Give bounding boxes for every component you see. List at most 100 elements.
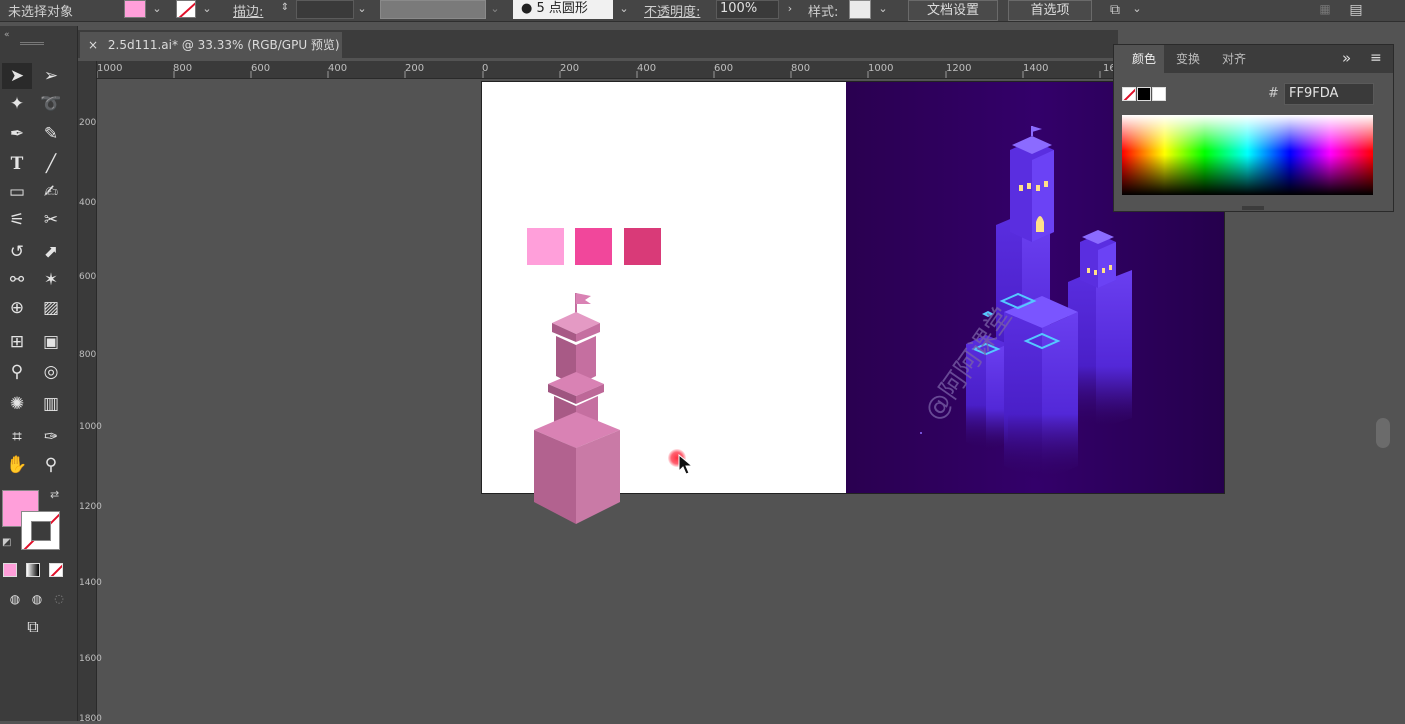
gradient-mode-icon[interactable]	[26, 563, 40, 577]
style-label: 样式:	[808, 5, 839, 20]
profile-chevron-icon[interactable]: ⌄	[488, 2, 502, 18]
stroke-weight-chevron-icon[interactable]: ⌄	[355, 2, 369, 18]
opacity-label: 不透明度:	[644, 5, 701, 20]
gradient-tool-icon[interactable]: ▣	[36, 329, 66, 355]
align-icon[interactable]: ▦	[1318, 2, 1332, 18]
tools-panel: « ➤ ➢ ✦ ➰ ✒ ✎ T ╱ ▭ ✍ ⚟ ✂ ↺ ⬈ ⚯ ✶ ⊕ ▨ ⊞ …	[0, 26, 78, 721]
tab-align[interactable]: 对齐	[1212, 45, 1256, 73]
swap-fill-stroke-icon[interactable]: ⇄	[50, 488, 59, 501]
magic-wand-tool-icon[interactable]: ✦	[2, 91, 32, 117]
none-color-icon[interactable]	[1122, 87, 1136, 101]
collapse-toolbar-icon[interactable]: «	[4, 30, 10, 40]
graphic-style-swatch[interactable]	[849, 0, 871, 19]
pen-tool-icon[interactable]: ✒	[2, 121, 32, 147]
eyedropper-tool-icon[interactable]: ⚲	[2, 359, 32, 385]
control-bar: 未选择对象 ⌄ ⌄ 描边: ⇕ ⌄ ⌄ ● 5 点圆形 ⌄ 不透明度: 100%…	[0, 0, 1405, 22]
rectangle-tool-icon[interactable]: ▭	[2, 179, 32, 205]
mouse-cursor-icon	[678, 454, 694, 475]
color-mode-icon[interactable]	[3, 563, 17, 577]
stroke-color-box[interactable]	[21, 511, 60, 550]
toolbar-grip[interactable]	[20, 42, 44, 45]
fill-swatch[interactable]	[124, 0, 146, 18]
ruler-label: 600	[79, 272, 97, 282]
horizontal-ruler[interactable]: 1000 800 600 400 200 0 200 400 600 800 1…	[97, 61, 1122, 79]
slice-tool-icon[interactable]: ✑	[36, 424, 66, 450]
ruler-label: 400	[79, 198, 97, 208]
hex-color-input[interactable]: FF9FDA	[1284, 83, 1374, 105]
fill-dropdown-chevron-icon[interactable]: ⌄	[150, 2, 164, 18]
type-tool-icon[interactable]: T	[2, 151, 32, 177]
paintbrush-tool-icon[interactable]: ⚟	[2, 207, 32, 233]
ruler-label: 200	[79, 118, 97, 128]
draw-inside-icon[interactable]: ◌	[44, 586, 74, 612]
stroke-weight-field[interactable]	[296, 0, 354, 19]
zoom-tool-icon[interactable]: ⚲	[36, 452, 66, 478]
none-mode-icon[interactable]	[49, 563, 63, 577]
vertical-scrollbar-thumb[interactable]	[1376, 418, 1390, 448]
tab-color[interactable]: 颜色	[1114, 45, 1164, 73]
selection-tool-icon[interactable]: ➤	[2, 63, 32, 89]
panel-menu-icon[interactable]: ≡	[1370, 50, 1382, 66]
rotate-tool-icon[interactable]: ↺	[2, 239, 32, 265]
artboard-tool-icon[interactable]: ⌗	[2, 424, 32, 450]
stroke-dropdown-chevron-icon[interactable]: ⌄	[200, 2, 214, 18]
swatch-light-pink[interactable]	[527, 228, 564, 265]
white-color-swatch[interactable]	[1152, 87, 1166, 101]
arrange-chevron-icon[interactable]: ⌄	[1130, 2, 1144, 18]
default-fill-stroke-icon[interactable]: ◩	[2, 537, 11, 548]
variable-width-profile[interactable]	[380, 0, 486, 19]
swatch-pink[interactable]	[575, 228, 612, 265]
black-color-swatch[interactable]	[1137, 87, 1151, 101]
shape-builder-tool-icon[interactable]: ⊕	[2, 295, 32, 321]
selection-status: 未选择对象	[8, 5, 74, 20]
direct-selection-tool-icon[interactable]: ➢	[36, 63, 66, 89]
document-tab-bar: × 2.5d111.ai* @ 33.33% (RGB/GPU 预览)	[78, 30, 1118, 58]
panel-collapse-icon[interactable]: »	[1342, 49, 1351, 67]
arrange-documents-icon[interactable]: ⧉	[1106, 2, 1124, 18]
line-segment-tool-icon[interactable]: ╱	[36, 151, 66, 177]
width-tool-icon[interactable]: ⚯	[2, 267, 32, 293]
stroke-swatch[interactable]	[176, 0, 196, 18]
document-setup-button[interactable]: 文档设置	[908, 0, 998, 21]
panel-menu-icon[interactable]: ▤	[1346, 2, 1366, 18]
ruler-label: 1800	[79, 714, 102, 724]
color-panel: ⇕ 颜色 变换 对齐 » ≡ # FF9FDA	[1113, 44, 1394, 212]
blend-tool-icon[interactable]: ◎	[36, 359, 66, 385]
document-tab[interactable]: × 2.5d111.ai* @ 33.33% (RGB/GPU 预览)	[80, 32, 342, 58]
ruler-label: 1400	[79, 578, 102, 588]
color-panel-tabs: ⇕ 颜色 变换 对齐 » ≡	[1114, 45, 1393, 73]
opacity-value: 100%	[720, 1, 758, 16]
change-screen-mode-icon[interactable]: ⧉	[18, 614, 48, 640]
brush-value: 5 点圆形	[536, 1, 588, 16]
curvature-tool-icon[interactable]: ✎	[36, 121, 66, 147]
hand-tool-icon[interactable]: ✋	[2, 452, 32, 478]
opacity-arrow-icon[interactable]: ›	[783, 2, 797, 18]
column-graph-tool-icon[interactable]: ▥	[36, 391, 66, 417]
scissors-tool-icon[interactable]: ✂	[36, 207, 66, 233]
hex-symbol: #	[1268, 86, 1279, 101]
puppet-warp-tool-icon[interactable]: ✶	[36, 267, 66, 293]
brush-chevron-icon[interactable]: ⌄	[617, 2, 631, 18]
swatch-dark-pink[interactable]	[624, 228, 661, 265]
vertical-scrollbar[interactable]	[1374, 212, 1394, 721]
vertical-ruler[interactable]: 200 400 600 800 1000 1200 1400 1600 1800	[78, 61, 102, 724]
panel-resize-grip[interactable]	[1242, 206, 1264, 210]
symbol-sprayer-tool-icon[interactable]: ✺	[2, 391, 32, 417]
perspective-grid-tool-icon[interactable]: ▨	[36, 295, 66, 321]
shaper-tool-icon[interactable]: ✍	[36, 179, 66, 205]
opacity-field[interactable]: 100%	[716, 0, 779, 19]
lasso-tool-icon[interactable]: ➰	[36, 91, 66, 117]
preferences-button[interactable]: 首选项	[1008, 0, 1092, 21]
ruler-label: 1000	[79, 422, 102, 432]
brush-definition[interactable]: ● 5 点圆形	[513, 0, 613, 19]
mesh-tool-icon[interactable]: ⊞	[2, 329, 32, 355]
pink-tower-illustration[interactable]	[530, 290, 626, 530]
stroke-weight-stepper-icon[interactable]: ⇕	[278, 2, 292, 18]
scale-tool-icon[interactable]: ⬈	[36, 239, 66, 265]
color-spectrum[interactable]	[1122, 115, 1373, 195]
document-title: 2.5d111.ai* @ 33.33% (RGB/GPU 预览)	[107, 38, 340, 52]
close-tab-icon[interactable]: ×	[88, 38, 98, 52]
ruler-label: 800	[79, 350, 97, 360]
tab-transform[interactable]: 变换	[1166, 45, 1210, 73]
style-chevron-icon[interactable]: ⌄	[876, 2, 890, 18]
